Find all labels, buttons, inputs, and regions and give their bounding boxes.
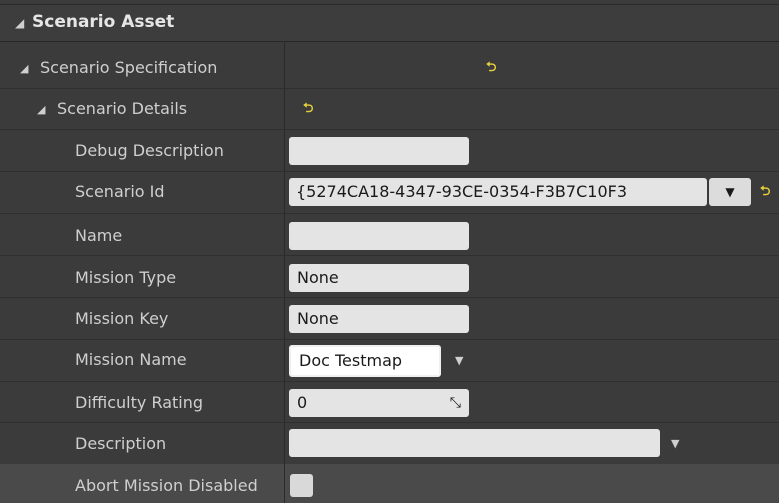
debug-description-input[interactable] <box>289 137 469 165</box>
mission-name-combo[interactable]: Doc Testmap <box>289 345 441 377</box>
details-collapse-icon[interactable]: ◢ <box>37 103 45 116</box>
property-label-scenario-id: Scenario Id <box>75 182 165 201</box>
mission-key-input[interactable]: None <box>289 305 469 333</box>
chevron-down-icon[interactable]: ▼ <box>671 437 679 450</box>
row-divider <box>0 339 779 340</box>
property-label-debug-description: Debug Description <box>75 141 224 160</box>
property-label-mission-type: Mission Type <box>75 268 177 287</box>
row-divider <box>0 88 779 89</box>
column-splitter[interactable] <box>284 464 285 503</box>
abort-mission-disabled-checkbox[interactable] <box>290 474 313 497</box>
row-divider <box>0 255 779 256</box>
section-scenario-specification[interactable]: Scenario Specification <box>40 58 217 77</box>
property-label-description: Description <box>75 434 167 453</box>
difficulty-rating-value: 0 <box>297 393 308 412</box>
column-splitter[interactable] <box>284 41 285 503</box>
property-label-abort-mission-disabled: Abort Mission Disabled <box>75 476 258 495</box>
spec-collapse-icon[interactable]: ◢ <box>20 62 28 75</box>
difficulty-rating-spinbox[interactable]: 0 ⤡ <box>289 389 469 417</box>
row-divider <box>0 422 779 423</box>
property-label-mission-key: Mission Key <box>75 309 169 328</box>
row-divider <box>0 171 779 172</box>
chevron-down-icon[interactable]: ▼ <box>455 354 463 367</box>
collapse-triangle-icon[interactable]: ◢ <box>15 16 24 30</box>
description-combo[interactable] <box>289 429 660 457</box>
row-divider <box>0 297 779 298</box>
chevron-down-icon: ▼ <box>725 185 735 199</box>
row-divider <box>0 381 779 382</box>
panel-header[interactable]: ◢ Scenario Asset <box>0 4 779 42</box>
reset-to-default-icon[interactable]: ⮌ <box>303 99 313 121</box>
row-divider <box>0 129 779 130</box>
scenario-id-dropdown-button[interactable]: ▼ <box>709 178 751 206</box>
panel-title: Scenario Asset <box>32 12 175 32</box>
name-input[interactable] <box>289 222 469 250</box>
scenario-id-input[interactable]: {5274CA18-4347-93CE-0354-F3B7C10F3 <box>289 178 707 206</box>
section-scenario-details[interactable]: Scenario Details <box>57 99 187 118</box>
reset-to-default-icon[interactable]: ⮌ <box>486 58 496 80</box>
details-panel: ◢ Scenario Asset ◢ Scenario Specificatio… <box>0 0 779 503</box>
mission-type-input[interactable]: None <box>289 264 469 292</box>
row-divider <box>0 213 779 214</box>
property-label-name: Name <box>75 226 123 245</box>
property-label-difficulty-rating: Difficulty Rating <box>75 393 204 412</box>
reset-to-default-icon[interactable]: ⮌ <box>760 182 770 204</box>
property-label-mission-name: Mission Name <box>75 350 187 369</box>
drag-resize-icon[interactable]: ⤡ <box>450 389 461 417</box>
